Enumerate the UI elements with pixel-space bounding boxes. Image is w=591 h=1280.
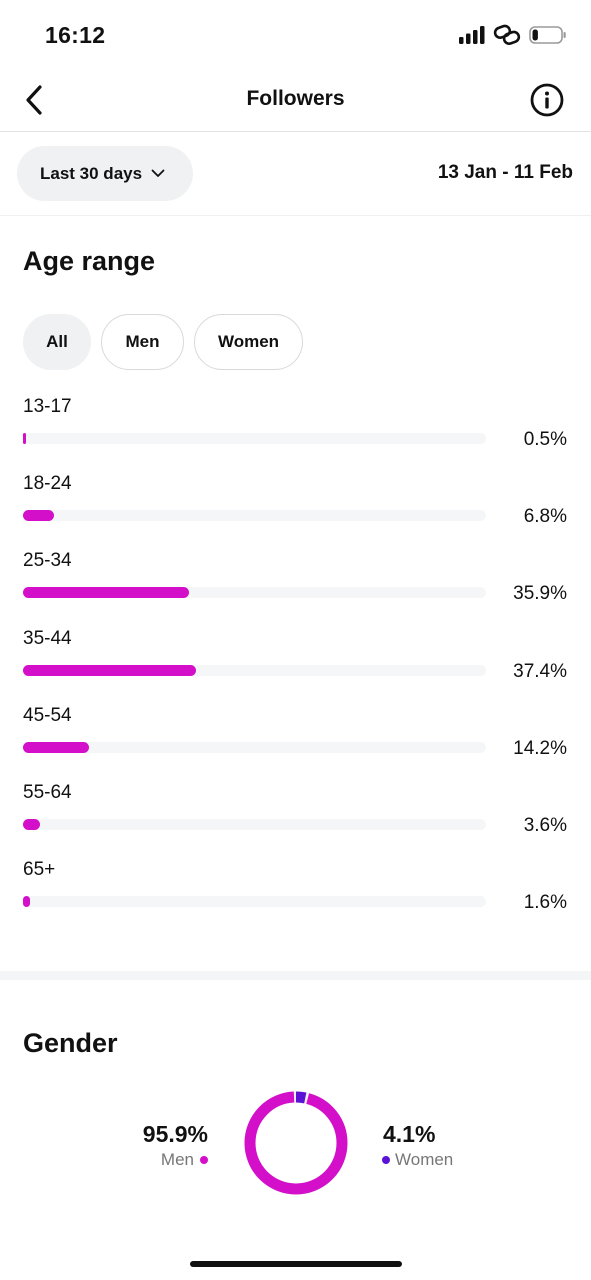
tab-all[interactable]: All [23, 314, 91, 370]
nav-bar: Followers [0, 70, 591, 132]
age-row: 25-34 35.9% [23, 550, 569, 627]
age-bar-fill [23, 818, 40, 830]
age-bar-track [23, 433, 486, 444]
age-bar-track [23, 587, 486, 599]
page-title: Followers [246, 87, 345, 110]
date-range-text: 13 Jan - 11 Feb [437, 162, 573, 183]
age-bar-fill [23, 896, 31, 908]
age-row: 18-24 6.8% [23, 473, 569, 550]
date-range-dropdown[interactable]: Last 30 days [17, 146, 193, 201]
donut-segment-men [244, 1091, 348, 1195]
age-row-label: 35-44 [23, 627, 72, 649]
age-row: 65+ 1.6% [23, 859, 569, 936]
gender-donut [244, 1091, 348, 1195]
battery-icon [529, 26, 566, 44]
status-time: 16:12 [45, 22, 106, 48]
women-legend: Women [382, 1150, 453, 1170]
age-bar-track [23, 510, 486, 522]
men-legend-label: Men [160, 1150, 194, 1169]
age-bar-fill [23, 510, 55, 522]
age-row-label: 18-24 [23, 473, 72, 495]
info-button[interactable] [529, 82, 565, 118]
chevron-down-icon [151, 169, 165, 178]
age-bar-fill [23, 587, 190, 599]
gender-title: Gender [23, 1028, 118, 1058]
men-legend: Men [161, 1150, 208, 1170]
age-bar-fill [23, 741, 89, 753]
age-row: 45-54 14.2% [23, 705, 569, 782]
age-row-percent: 0.5% [523, 429, 567, 450]
age-row-label: 65+ [23, 859, 56, 881]
age-row: 35-44 37.4% [23, 628, 569, 705]
section-divider [0, 971, 591, 980]
tab-women[interactable]: Women [194, 314, 303, 370]
age-row-percent: 1.6% [523, 892, 567, 914]
date-range-dropdown-label: Last 30 days [40, 163, 143, 183]
age-row-percent: 35.9% [513, 583, 567, 605]
age-bar-track [23, 664, 486, 676]
age-bar-track [23, 818, 486, 830]
status-bar: 16:12 [0, 0, 591, 70]
age-row: 13-17 0.5% [23, 396, 569, 473]
age-range-title: Age range [23, 246, 156, 276]
age-row: 55-64 3.6% [23, 782, 569, 859]
women-legend-dot [382, 1156, 390, 1164]
tab-men[interactable]: Men [101, 314, 184, 370]
status-icons [459, 24, 567, 46]
age-row-percent: 3.6% [523, 814, 567, 836]
age-row-label: 55-64 [23, 781, 72, 803]
filter-row: Last 30 days 13 Jan - 11 Feb [0, 132, 591, 216]
age-bar-track [23, 896, 486, 908]
age-row-label: 45-54 [23, 704, 72, 726]
women-percent: 4.1% [383, 1121, 436, 1147]
info-icon [530, 83, 564, 117]
men-percent: 95.9% [142, 1121, 208, 1147]
age-row-label: 25-34 [23, 550, 72, 572]
age-bar-track [23, 741, 486, 753]
gender-chart: 95.9% Men 4.1% Women [0, 1088, 591, 1203]
age-bar-fill [23, 433, 26, 444]
men-legend-dot [200, 1156, 208, 1164]
age-bar-fill [23, 664, 197, 676]
cellular-signal-icon [459, 26, 485, 44]
women-legend-label: Women [395, 1150, 454, 1169]
home-indicator[interactable] [190, 1261, 402, 1267]
age-range-list: 13-17 0.5% 18-24 6.8% 25-34 35.9% 35-44 … [23, 396, 569, 936]
age-row-label: 13-17 [23, 396, 72, 417]
age-row-percent: 37.4% [513, 660, 567, 682]
age-row-percent: 6.8% [523, 506, 567, 528]
link-icon [493, 24, 521, 45]
age-row-percent: 14.2% [513, 737, 567, 759]
